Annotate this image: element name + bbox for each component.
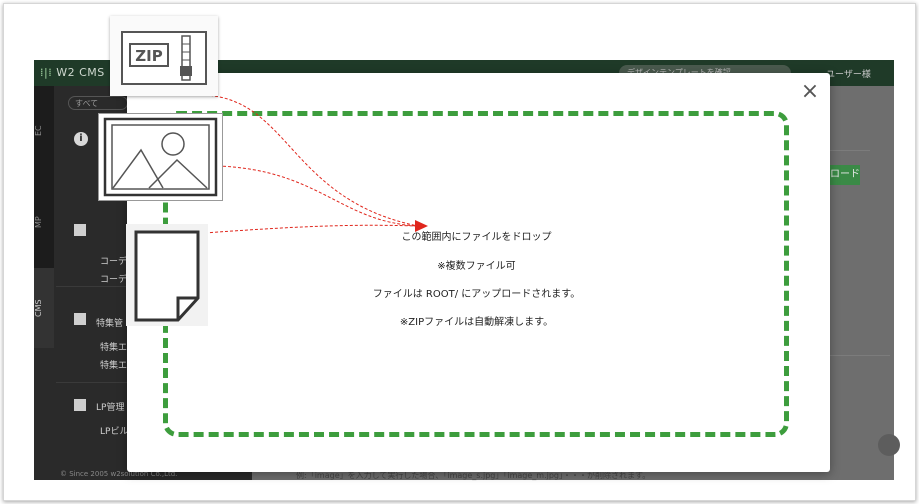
zip-drag-arrow (204, 94, 419, 227)
svg-text:ZIP: ZIP (135, 47, 162, 65)
image-file-icon (98, 113, 223, 201)
document-drag-arrow (189, 224, 419, 235)
zip-file-icon: ZIP (110, 16, 218, 96)
document-file-icon (126, 224, 208, 326)
arrow-head (415, 220, 428, 232)
